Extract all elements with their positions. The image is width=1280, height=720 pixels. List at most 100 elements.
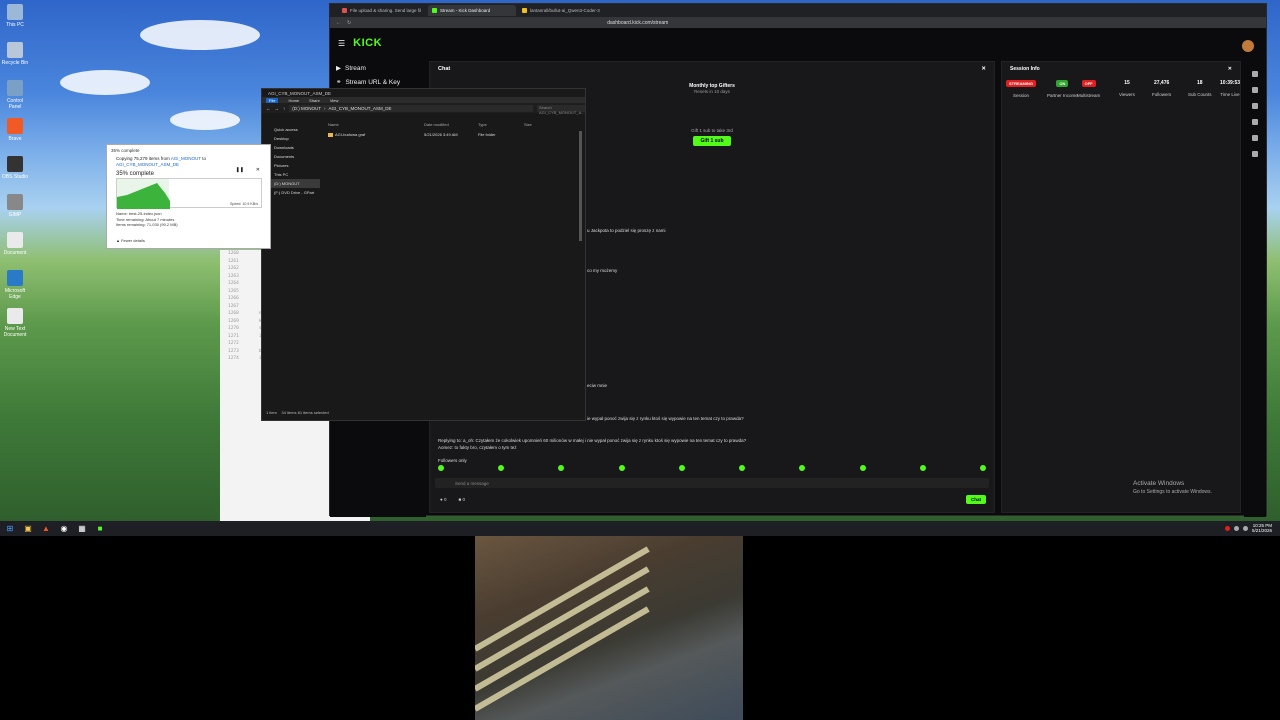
- panel-icon[interactable]: [1252, 135, 1258, 141]
- emote[interactable]: [498, 465, 505, 471]
- forward-icon[interactable]: →: [275, 106, 280, 111]
- desktop-icon-label: Microsoft Edge: [4, 288, 26, 300]
- link-icon: ⚭: [336, 79, 342, 86]
- windows-start-icon[interactable]: ⊞: [4, 523, 16, 534]
- up-icon[interactable]: ↑: [283, 106, 285, 111]
- back-icon[interactable]: ←: [336, 20, 341, 26]
- obs-icon[interactable]: ◉: [58, 523, 70, 534]
- settings-icon[interactable]: [1252, 71, 1258, 77]
- back-icon[interactable]: ←: [266, 106, 271, 111]
- pause-icon[interactable]: ❚❚: [236, 167, 244, 173]
- nav-item[interactable]: Documents: [266, 152, 320, 161]
- sidebar-item-stream[interactable]: ▶ Stream: [330, 61, 426, 75]
- desktop-icon[interactable]: Microsoft Edge: [0, 270, 30, 300]
- panel-icon[interactable]: [1252, 151, 1258, 157]
- address-box[interactable]: (D:) MONOUT › AGI_CYB_MONOUT_ASM_DE: [289, 104, 533, 112]
- chat-send-button[interactable]: Chat: [966, 495, 986, 504]
- stat-label: Session: [1012, 93, 1029, 98]
- emote[interactable]: [979, 465, 986, 471]
- nav-item[interactable]: This PC: [266, 170, 320, 179]
- clock-date[interactable]: 5/21/2026: [1252, 528, 1272, 533]
- gift-sub-button[interactable]: Gift 1 sub: [693, 136, 731, 146]
- desktop-icon[interactable]: Document: [0, 232, 30, 256]
- column-name[interactable]: Name: [328, 122, 339, 127]
- breadcrumb-item[interactable]: (D:) MONOUT: [292, 106, 321, 111]
- brave-icon[interactable]: ▲: [40, 523, 52, 534]
- avatar[interactable]: [1242, 40, 1254, 52]
- desktop-icon[interactable]: Control Panel: [0, 80, 30, 110]
- close-icon[interactable]: ✕: [1228, 66, 1232, 72]
- browser-tab[interactable]: File upload & sharing. Send large fil: [338, 5, 426, 16]
- menu-icon[interactable]: ☰: [338, 39, 345, 48]
- session-stat: ON Partner Income: [1047, 80, 1078, 98]
- ribbon-tab-file[interactable]: File: [266, 97, 279, 103]
- copy-description: Copying 75,279 items from AGI_MONOUT to …: [107, 156, 270, 168]
- session-info-panel: Session Info ✕ STREAMING Session ON Partner…: [1001, 61, 1241, 513]
- emote[interactable]: [438, 465, 444, 471]
- terminal-icon[interactable]: ■: [94, 523, 106, 534]
- gift-goal: Gift 1 sub to take 3rd Gift 1 sub: [612, 128, 812, 146]
- nav-item[interactable]: Quick access: [266, 125, 320, 134]
- chat-input[interactable]: Send a message: [435, 478, 989, 488]
- reload-icon[interactable]: ↻: [347, 20, 351, 26]
- url-text[interactable]: dashboard.kick.com/stream: [607, 20, 668, 26]
- emote[interactable]: [799, 465, 806, 471]
- close-icon[interactable]: ✕: [981, 66, 986, 72]
- navigation-pane: Quick access Desktop Downloads Documents Pic…: [266, 125, 320, 197]
- fewer-details-button[interactable]: ▲ Fewer details: [116, 238, 145, 243]
- line-number: 1265: [228, 288, 239, 294]
- source-link[interactable]: AGI_MONOUT: [171, 156, 201, 161]
- column-size[interactable]: Size: [524, 122, 532, 127]
- emote[interactable]: [859, 465, 866, 471]
- kick-logo[interactable]: KICK: [353, 37, 382, 49]
- scrollbar[interactable]: [579, 131, 582, 241]
- panel-icon[interactable]: [1252, 119, 1258, 125]
- desktop-icon[interactable]: OBS Studio: [0, 156, 30, 180]
- fewer-label: Fewer details: [121, 238, 145, 243]
- sidebar-item-stream-url[interactable]: ⚭ Stream URL & Key: [330, 75, 426, 89]
- tab-title: Stream - Kick Dashboard: [440, 8, 491, 13]
- emote[interactable]: [739, 465, 746, 471]
- bed-slat: [475, 586, 650, 692]
- desktop-icon[interactable]: This PC: [0, 4, 30, 28]
- network-icon[interactable]: [1233, 525, 1239, 531]
- app-icon[interactable]: ▦: [76, 523, 88, 534]
- ribbon-tab-view[interactable]: View: [330, 98, 339, 103]
- volume-icon[interactable]: [1242, 525, 1248, 531]
- search-input[interactable]: Search AGI_CYB_MONOUT_A...: [537, 104, 585, 115]
- chat-icon[interactable]: [1252, 87, 1258, 93]
- emote[interactable]: [678, 465, 685, 471]
- nav-item[interactable]: (F:) DVD Drive - GPart: [266, 188, 320, 197]
- nav-item[interactable]: (D:) MONOUT: [266, 179, 320, 188]
- ribbon-tab-home[interactable]: Home: [288, 98, 299, 103]
- browser-tab[interactable]: Stream - Kick Dashboard: [428, 5, 516, 16]
- play-icon: ▶: [336, 65, 341, 72]
- nav-item[interactable]: Downloads: [266, 143, 320, 152]
- nav-item[interactable]: Desktop: [266, 134, 320, 143]
- app-icon: [7, 80, 23, 96]
- line-number: 1273: [228, 348, 239, 354]
- desktop-icon[interactable]: New Text Document: [0, 308, 30, 338]
- close-icon[interactable]: ✕: [256, 167, 260, 173]
- browser-tab[interactable]: lantanrall/bullut-ai_Qwen3-Coder-3: [518, 5, 606, 16]
- nav-item[interactable]: Pictures: [266, 161, 320, 170]
- column-date[interactable]: Date modified: [424, 122, 449, 127]
- tool-icon[interactable]: [1252, 103, 1258, 109]
- dest-link[interactable]: AGI_CYB_MONOUT_ASM_DE: [116, 162, 179, 167]
- record-icon[interactable]: [1224, 525, 1230, 531]
- address-bar[interactable]: ← ↻ dashboard.kick.com/stream: [330, 17, 1266, 28]
- desktop-icon[interactable]: Brave: [0, 118, 30, 142]
- desktop-icon[interactable]: Recycle Bin: [0, 42, 30, 66]
- emote[interactable]: [558, 465, 565, 471]
- file-explorer-window: AGI_CYB_MONOUT_ASM_DE File Home Share Vi…: [261, 88, 586, 421]
- emote[interactable]: [919, 465, 926, 471]
- breadcrumb-item[interactable]: AGI_CYB_MONOUT_ASM_DE: [329, 106, 392, 111]
- line-number: 1266: [228, 296, 239, 301]
- ribbon-tab-share[interactable]: Share: [309, 98, 320, 103]
- column-type[interactable]: Type: [478, 122, 487, 127]
- stat-value: 27,476: [1153, 80, 1170, 86]
- session-stat: STREAMING Session: [1006, 80, 1036, 98]
- desktop-icon[interactable]: GIMP: [0, 194, 30, 218]
- explorer-icon[interactable]: ▣: [22, 523, 34, 534]
- emote[interactable]: [618, 465, 625, 471]
